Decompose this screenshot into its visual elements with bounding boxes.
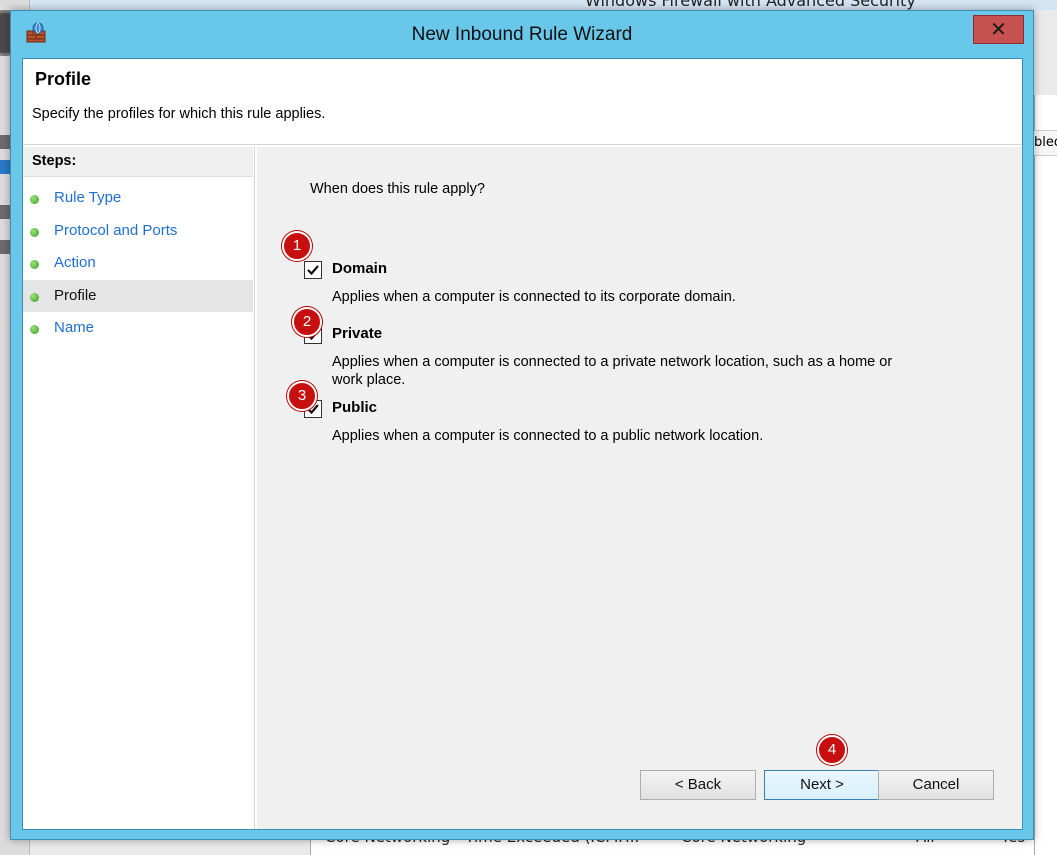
step-status-icon [30,195,39,204]
step-status-icon [30,260,39,269]
checkmark-icon [307,265,319,276]
annotation-badge-3: 3 [287,381,317,411]
steps-heading: Steps: [23,147,253,177]
new-inbound-rule-wizard-dialog: New Inbound Rule Wizard ✕ Profile Specif… [10,10,1034,840]
next-button[interactable]: Next > [764,770,880,800]
steps-panel: Steps: Rule Type Protocol and Ports Acti… [23,147,255,829]
annotation-badge-2: 2 [292,307,322,337]
close-button[interactable]: ✕ [973,15,1024,44]
background-column-header-text: bled [1034,135,1057,150]
close-icon: ✕ [990,17,1007,41]
private-description: Applies when a computer is connected to … [332,354,893,388]
step-action[interactable]: Action [23,247,253,280]
back-button[interactable]: < Back [640,770,756,800]
step-label: Protocol and Ports [54,221,178,239]
step-label: Name [54,319,95,336]
step-profile: Profile [23,279,253,312]
dialog-client-area: Profile Specify the profiles for which t… [22,58,1023,830]
step-name[interactable]: Name [23,312,253,345]
title-bar[interactable]: New Inbound Rule Wizard ✕ [11,11,1033,57]
domain-checkbox[interactable] [304,261,322,279]
step-label: Profile [54,286,97,304]
step-status-icon [30,292,39,302]
public-label[interactable]: Public [332,399,377,416]
background-tree-icon [0,205,10,219]
annotation-badge-1: 1 [282,231,312,261]
page-subtitle: Specify the profiles for which this rule… [32,106,326,122]
domain-label[interactable]: Domain [332,260,387,277]
wizard-header: Profile Specify the profiles for which t… [23,59,1022,145]
page-title: Profile [35,69,92,89]
question-text: When does this rule apply? [310,181,485,197]
public-description: Applies when a computer is connected to … [332,428,764,444]
step-protocol-and-ports[interactable]: Protocol and Ports [23,215,253,248]
step-rule-type[interactable]: Rule Type [23,182,253,215]
step-label: Rule Type [54,189,122,206]
step-status-icon [30,325,39,334]
cancel-button[interactable]: Cancel [878,770,994,800]
private-label[interactable]: Private [332,325,382,342]
step-status-icon [30,227,39,237]
background-tree-icon [0,135,10,149]
background-title-bar: Windows Firewall with Advanced Security [30,0,1057,10]
wizard-content: When does this rule apply? Domain Applie… [257,147,1022,829]
domain-description: Applies when a computer is connected to … [332,289,736,305]
step-label: Action [54,254,96,271]
background-tree-icon [0,240,10,254]
background-window-title: Windows Firewall with Advanced Security [585,0,916,10]
steps-list: Rule Type Protocol and Ports Action Prof… [23,182,253,345]
background-right-panel [1034,95,1057,855]
dialog-title: New Inbound Rule Wizard [411,24,633,45]
annotation-badge-4: 4 [817,735,847,765]
background-tree-icon [0,160,10,174]
background-column-header: bled [1034,130,1057,156]
